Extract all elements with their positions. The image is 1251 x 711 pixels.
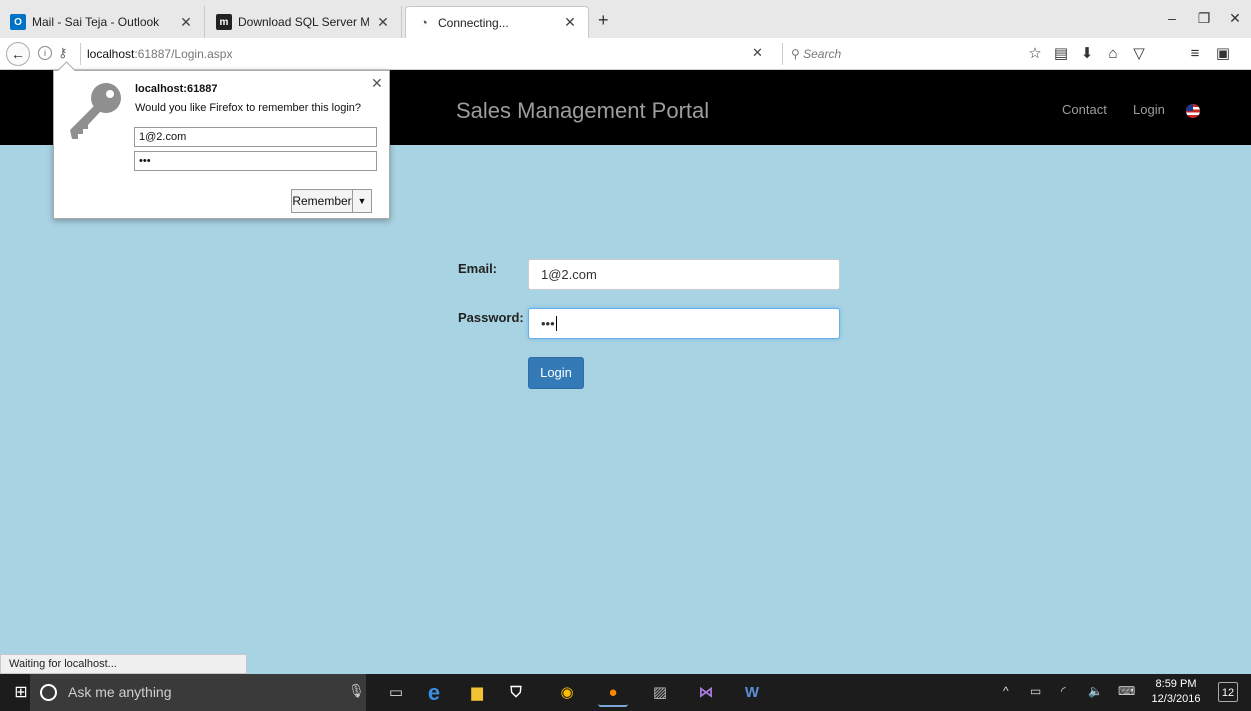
tab-sql-download[interactable]: m Download SQL Server Ma... ✕ [206, 6, 402, 38]
keyboard-icon[interactable]: ⌨ [1118, 684, 1135, 698]
tab-title: Mail - Sai Teja - Outlook [32, 15, 160, 29]
key-icon [70, 83, 121, 139]
save-password-popup: localhost:61887 Would you like Firefox t… [53, 70, 390, 219]
edge-icon[interactable]: e [419, 678, 449, 707]
firefox-icon[interactable]: ● [598, 678, 628, 707]
remember-button[interactable]: Remember [291, 189, 353, 213]
notification-center-icon[interactable]: 12 [1218, 682, 1238, 702]
search-icon: ⚲ [791, 47, 804, 61]
clock-time: 8:59 PM [1155, 678, 1197, 690]
email-field[interactable]: 1@2.com [528, 259, 840, 290]
us-flag-icon[interactable] [1186, 104, 1200, 118]
show-hidden-icons-icon[interactable]: ^ [1003, 684, 1009, 698]
tab-outlook[interactable]: O Mail - Sai Teja - Outlook ✕ [0, 6, 205, 38]
login-button[interactable]: Login [528, 357, 584, 389]
info-icon[interactable]: i [38, 46, 52, 60]
nav-contact-link[interactable]: Contact [1062, 102, 1107, 117]
back-button[interactable]: ← [6, 42, 30, 66]
dropdown-arrow-icon[interactable]: ▼ [352, 189, 372, 213]
nav-login-link[interactable]: Login [1133, 102, 1165, 117]
extension-icon[interactable]: ▣ [1212, 44, 1234, 64]
pocket-icon[interactable]: ▽ [1128, 44, 1150, 64]
file-explorer-icon[interactable]: ▆ [462, 678, 492, 707]
bookmark-star-icon[interactable]: ☆ [1024, 44, 1046, 64]
email-value: 1@2.com [541, 267, 597, 282]
popup-question: Would you like Firefox to remember this … [135, 102, 362, 114]
password-field[interactable]: ••• [528, 308, 840, 339]
stop-icon[interactable]: ✕ [752, 45, 763, 61]
outlook-icon: O [10, 14, 26, 30]
microphone-icon[interactable]: 🎙 [348, 683, 365, 699]
windows-taskbar: ⊞ Ask me anything 🎙 ▭ e ▆ ⛉ ◉ ● ▨ ⋈ W ^ … [0, 674, 1251, 711]
popup-username-field[interactable]: 1@2.com [134, 127, 377, 147]
text-caret [555, 316, 557, 331]
close-icon[interactable]: ✕ [371, 75, 383, 92]
minimize-button[interactable]: – [1157, 8, 1187, 28]
word-icon[interactable]: W [737, 678, 767, 707]
cortana-icon [40, 684, 57, 701]
tab-title: Download SQL Server Ma... [238, 15, 369, 29]
status-bar: Waiting for localhost... [0, 654, 247, 674]
tab-close-icon[interactable]: ✕ [375, 14, 391, 31]
tab-close-icon[interactable]: ✕ [562, 14, 578, 31]
url-path: :61887/Login.aspx [134, 47, 233, 61]
new-tab-button[interactable]: + [598, 10, 609, 31]
remember-label: Remember [292, 194, 352, 208]
key-icon[interactable]: ⚷ [58, 45, 68, 61]
password-value: ••• [541, 316, 555, 331]
search-placeholder: Search [803, 47, 842, 61]
tab-title: Connecting... [438, 15, 509, 30]
volume-icon[interactable]: 🔈 [1088, 684, 1103, 698]
cortana-search-box[interactable]: Ask me anything 🎙 [30, 674, 366, 711]
cortana-placeholder: Ask me anything [68, 684, 172, 700]
tab-connecting[interactable]: ◔ Connecting... ✕ [405, 6, 589, 38]
visual-studio-icon[interactable]: ⋈ [691, 678, 721, 707]
m-site-icon: m [216, 14, 232, 30]
site-title[interactable]: Sales Management Portal [456, 98, 709, 124]
restore-button[interactable]: ❐ [1189, 8, 1219, 28]
store-icon[interactable]: ⛉ [501, 678, 531, 707]
menu-icon[interactable]: ≡ [1184, 44, 1206, 64]
password-label: Password: [458, 310, 524, 325]
email-label: Email: [458, 261, 498, 276]
taskbar-clock[interactable]: 8:59 PM 12/3/2016 [1150, 677, 1202, 707]
chrome-icon[interactable]: ◉ [552, 678, 582, 707]
paint-app-icon[interactable]: ▨ [645, 678, 675, 707]
close-window-button[interactable]: ✕ [1220, 8, 1250, 28]
popup-password-field[interactable]: ••• [134, 151, 377, 171]
clock-date: 12/3/2016 [1151, 693, 1201, 705]
url-host: localhost [87, 47, 135, 61]
loading-spinner-icon: ◔ [420, 15, 428, 30]
wifi-icon[interactable]: ◜ [1061, 684, 1066, 698]
tab-close-icon[interactable]: ✕ [178, 14, 194, 31]
home-icon[interactable]: ⌂ [1102, 44, 1124, 64]
popup-host: localhost:61887 [135, 83, 218, 95]
download-icon[interactable]: ⬇ [1076, 44, 1098, 64]
task-view-icon[interactable]: ▭ [381, 678, 411, 707]
url-bar[interactable]: localhost:61887/Login.aspx [80, 43, 775, 65]
battery-icon[interactable]: ▭ [1030, 684, 1041, 698]
search-input[interactable]: ⚲ Search [782, 43, 1008, 65]
reading-list-icon[interactable]: ▤ [1050, 44, 1072, 64]
browser-nav-bar: ← i ⚷ localhost:61887/Login.aspx ✕ ⚲ Sea… [0, 38, 1251, 70]
browser-tab-bar: O Mail - Sai Teja - Outlook ✕ m Download… [0, 0, 1251, 38]
